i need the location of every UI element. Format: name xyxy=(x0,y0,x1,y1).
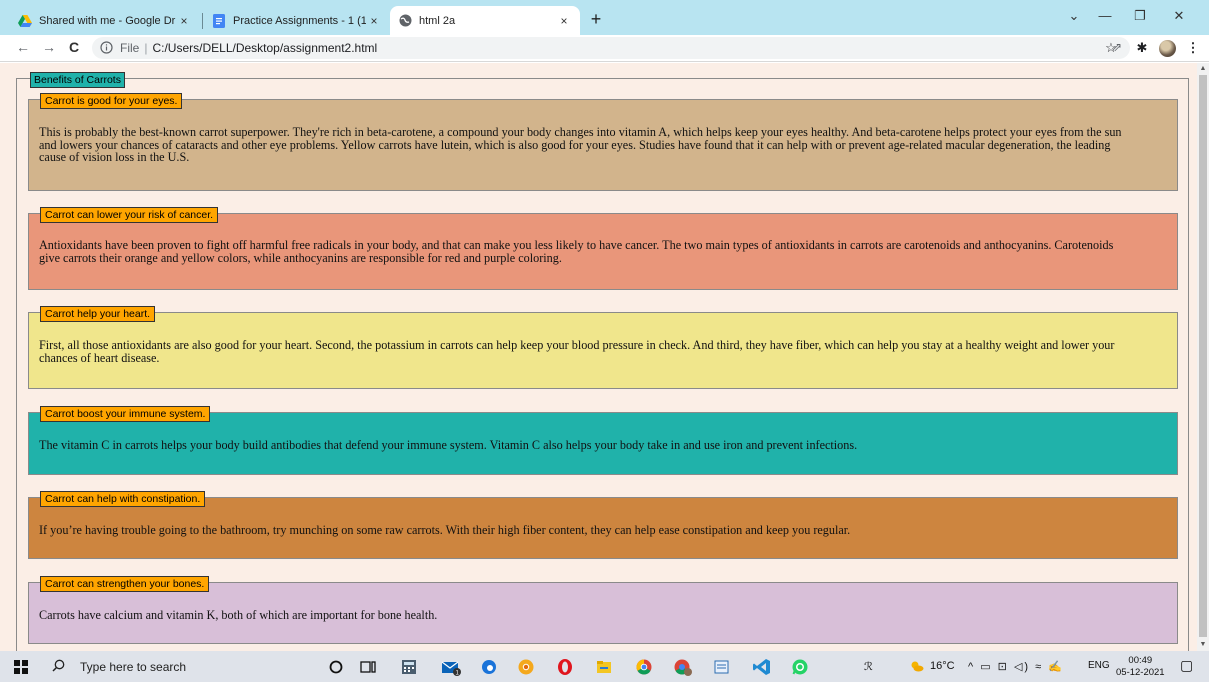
text-line: First, all those antioxidants are also g… xyxy=(39,338,1115,352)
section-legend: Carrot can strengthen your bones. xyxy=(40,576,210,592)
chrome-icon[interactable] xyxy=(634,657,654,677)
scroll-down-arrow-icon[interactable]: ▼ xyxy=(1197,641,1209,648)
text-line: This is probably the best-known carrot s… xyxy=(39,125,1122,139)
scroll-up-arrow-icon[interactable]: ▲ xyxy=(1197,65,1209,72)
search-icon xyxy=(52,659,68,675)
chrome-canary-icon[interactable] xyxy=(516,657,536,677)
globe-icon xyxy=(398,14,412,28)
reload-button[interactable]: C xyxy=(66,39,82,55)
minimize-button[interactable]: — xyxy=(1090,8,1120,23)
address-separator: | xyxy=(144,41,148,55)
tab-search-dropdown-icon[interactable]: ⌄ xyxy=(1059,8,1089,24)
text-line: Antioxidants have been proven to fight o… xyxy=(39,238,1114,252)
taskbar-search-box[interactable]: Type here to search xyxy=(44,655,300,679)
text-line: The vitamin C in carrots helps your body… xyxy=(39,438,858,452)
close-window-button[interactable]: ✕ xyxy=(1164,8,1194,24)
task-view-icon[interactable] xyxy=(358,657,378,677)
mail-icon[interactable]: 1 xyxy=(440,657,461,677)
scrollbar-thumb[interactable] xyxy=(1199,75,1207,637)
tab-close-icon[interactable]: × xyxy=(366,14,382,28)
section-legend: Carrot boost your immune system. xyxy=(40,406,211,422)
tab-title: Practice Assignments - 1 (100 M xyxy=(233,14,366,27)
page-viewport: Benefits of Carrots Carrot is good for y… xyxy=(0,63,1197,651)
google-docs-icon xyxy=(212,13,226,28)
search-placeholder: Type here to search xyxy=(80,660,187,674)
tab-html-2a[interactable]: html 2a × xyxy=(390,6,580,35)
benefits-fieldset: Benefits of Carrots Carrot is good for y… xyxy=(16,72,1189,651)
section-legend: Carrot can lower your risk of cancer. xyxy=(40,207,219,223)
tab-divider xyxy=(202,13,203,29)
section-text: First, all those antioxidants are also g… xyxy=(39,339,1165,364)
back-button[interactable]: ← xyxy=(15,39,31,55)
section-legend: Carrot help your heart. xyxy=(40,306,156,322)
section-text: Carrots have calcium and vitamin K, both… xyxy=(39,609,1165,622)
section-constipation: Carrot can help with constipation. If yo… xyxy=(28,491,1178,559)
section-text: This is probably the best-known carrot s… xyxy=(39,126,1165,164)
text-line: give carrots their orange and yellow col… xyxy=(39,250,562,265)
section-eyes: Carrot is good for your eyes. This is pr… xyxy=(28,93,1178,191)
calculator-icon[interactable] xyxy=(399,657,419,677)
scheme-label: File xyxy=(120,41,140,55)
chrome-profile-icon[interactable] xyxy=(672,657,692,677)
people-icon[interactable]: ℛ xyxy=(864,660,873,673)
section-immune: Carrot boost your immune system. The vit… xyxy=(28,406,1178,475)
text-line: cause of vision loss in the U.S. xyxy=(39,150,190,164)
tab-practice-assignments[interactable]: Practice Assignments - 1 (100 M × xyxy=(204,6,390,35)
notification-center-icon[interactable]: ▢ xyxy=(1180,657,1193,674)
section-text: Antioxidants have been proven to fight o… xyxy=(39,239,1165,264)
restore-button[interactable]: ❐ xyxy=(1125,8,1155,24)
section-legend: Carrot can help with constipation. xyxy=(40,491,206,507)
browser-tab-strip: Shared with me - Google Drive × Practice… xyxy=(0,0,1209,35)
weather-icon[interactable] xyxy=(910,660,924,675)
windows-start-icon[interactable] xyxy=(14,660,28,674)
browser-toolbar: ← → C File | C:/Users/DELL/Desktop/assig… xyxy=(0,35,1209,62)
vertical-scrollbar[interactable]: ▲ ▼ xyxy=(1197,63,1209,651)
address-bar[interactable]: File | C:/Users/DELL/Desktop/assignment2… xyxy=(92,37,1130,59)
url-path: C:/Users/DELL/Desktop/assignment2.html xyxy=(152,41,378,55)
taskbar-clock[interactable]: 00:49 05-12-2021 xyxy=(1116,655,1165,679)
section-cancer: Carrot can lower your risk of cancer. An… xyxy=(28,207,1178,290)
section-text: The vitamin C in carrots helps your body… xyxy=(39,439,1165,452)
section-heart: Carrot help your heart. First, all those… xyxy=(28,306,1178,389)
weather-temperature[interactable]: 16°C xyxy=(930,660,955,672)
windows-taskbar: Type here to search 1 ℛ 16°C ^ ▭ ⊡ ◁) ≈ … xyxy=(0,651,1209,682)
notepad-icon[interactable] xyxy=(711,657,731,677)
text-line: chances of heart disease. xyxy=(39,350,160,365)
text-line: Carrots have calcium and vitamin K, both… xyxy=(39,608,438,622)
google-drive-icon xyxy=(18,14,32,28)
vscode-icon[interactable] xyxy=(752,657,772,677)
profile-avatar[interactable] xyxy=(1159,40,1176,57)
tab-title: Shared with me - Google Drive xyxy=(39,14,176,27)
extensions-icon[interactable]: ✱ xyxy=(1133,40,1151,56)
tab-title: html 2a xyxy=(419,14,456,27)
bookmark-star-icon[interactable]: ☆ xyxy=(1102,40,1120,56)
benefits-legend: Benefits of Carrots xyxy=(30,72,125,88)
tab-google-drive[interactable]: Shared with me - Google Drive × xyxy=(10,6,200,35)
forward-button[interactable]: → xyxy=(41,39,57,55)
section-bones: Carrot can strengthen your bones. Carrot… xyxy=(28,576,1178,644)
menu-kebab-icon[interactable]: ⋮ xyxy=(1184,40,1202,56)
opera-icon[interactable] xyxy=(555,657,575,677)
tab-close-icon[interactable]: × xyxy=(556,14,572,28)
clock-date: 05-12-2021 xyxy=(1116,667,1165,678)
clock-time: 00:49 xyxy=(1128,655,1153,666)
cortana-icon[interactable] xyxy=(326,657,346,677)
tab-close-icon[interactable]: × xyxy=(176,14,192,28)
language-indicator[interactable]: ENG xyxy=(1088,660,1110,671)
text-line: and lowers your chances of cataracts and… xyxy=(39,137,1111,152)
whatsapp-icon[interactable] xyxy=(790,657,810,677)
section-text: If you’re having trouble going to the ba… xyxy=(39,524,1165,537)
section-legend: Carrot is good for your eyes. xyxy=(40,93,183,109)
file-explorer-icon[interactable] xyxy=(594,657,614,677)
system-tray-icons[interactable]: ^ ▭ ⊡ ◁) ≈ ✍ xyxy=(968,660,1064,673)
info-icon[interactable] xyxy=(100,41,114,55)
text-line: If you’re having trouble going to the ba… xyxy=(39,523,851,537)
new-tab-button[interactable]: + xyxy=(586,9,606,30)
edge-icon[interactable] xyxy=(479,657,499,677)
